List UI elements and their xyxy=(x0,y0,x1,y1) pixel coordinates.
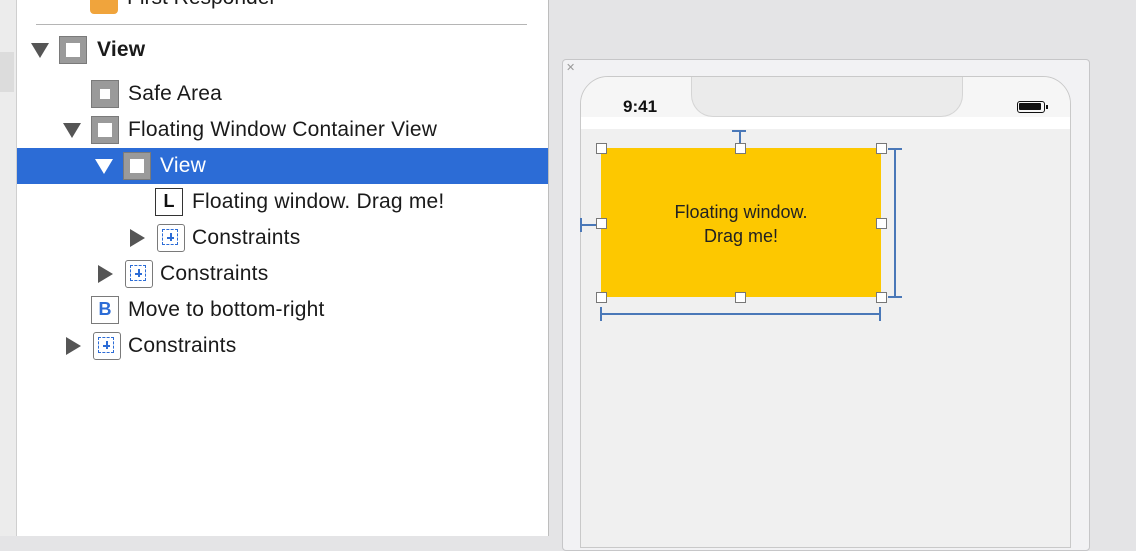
outline-divider xyxy=(36,24,527,25)
outline-item-floating-window-label[interactable]: L Floating window. Drag me! xyxy=(17,184,548,220)
constraint-width-cap-left xyxy=(600,307,602,321)
constraint-width[interactable] xyxy=(601,313,881,315)
floating-window-label[interactable]: Floating window. Drag me! xyxy=(601,200,881,248)
outline-item-label: View xyxy=(160,154,206,177)
resize-handle-left[interactable] xyxy=(596,218,607,229)
outline-item-constraints-root[interactable]: Constraints xyxy=(17,328,548,364)
resize-handle-right[interactable] xyxy=(876,218,887,229)
document-outline[interactable]: First Responder View Safe Area Floating … xyxy=(17,0,549,536)
outline-item-view-selected[interactable]: View xyxy=(17,148,548,184)
outline-item-constraints-container[interactable]: Constraints xyxy=(17,256,548,292)
device-canvas[interactable]: 9:41 xyxy=(580,76,1071,548)
outline-item-view[interactable]: View xyxy=(17,32,548,68)
status-time: 9:41 xyxy=(623,97,658,116)
battery-icon xyxy=(1017,101,1048,113)
constraints-icon xyxy=(157,224,185,252)
constraints-icon xyxy=(125,260,153,288)
outline-item-constraints-inner[interactable]: Constraints xyxy=(17,220,548,256)
resize-handle-top[interactable] xyxy=(735,143,746,154)
left-edge-bar xyxy=(0,0,17,536)
outline-item-label: Constraints xyxy=(128,334,237,357)
floating-window-label-line1: Floating window. xyxy=(674,202,808,222)
outline-item-move-to-bottom-right[interactable]: B Move to bottom-right xyxy=(17,292,548,328)
outline-item-label: Constraints xyxy=(160,262,269,285)
disclosure-open-icon[interactable] xyxy=(31,43,49,58)
outline-item-label: Floating Window Container View xyxy=(128,118,438,141)
left-edge-tab[interactable] xyxy=(0,52,14,92)
outline-item-label: Move to bottom-right xyxy=(128,298,325,321)
constraint-leading-cap xyxy=(580,218,582,232)
view-icon xyxy=(123,152,151,180)
disclosure-closed-icon[interactable] xyxy=(130,229,145,247)
disclosure-open-icon[interactable] xyxy=(63,123,81,138)
resize-handle-bottom[interactable] xyxy=(735,292,746,303)
outline-item-label: Safe Area xyxy=(128,82,223,105)
safe-area-icon xyxy=(91,80,119,108)
disclosure-open-icon[interactable] xyxy=(95,159,113,174)
outline-item-label: Constraints xyxy=(192,226,301,249)
resize-handle-bottom-right[interactable] xyxy=(876,292,887,303)
constraints-icon xyxy=(93,332,121,360)
button-icon: B xyxy=(91,296,119,324)
label-icon: L xyxy=(155,188,183,216)
first-responder-icon xyxy=(90,0,118,14)
disclosure-closed-icon[interactable] xyxy=(66,337,81,355)
floating-window-view[interactable]: Floating window. Drag me! xyxy=(601,148,881,297)
constraint-top-cap xyxy=(732,130,746,132)
outline-item-first-responder[interactable]: First Responder xyxy=(127,0,276,10)
outline-item-floating-window-container-view[interactable]: Floating Window Container View xyxy=(17,112,548,148)
disclosure-closed-icon[interactable] xyxy=(98,265,113,283)
constraint-leading[interactable] xyxy=(580,224,596,226)
view-icon xyxy=(59,36,87,64)
resize-handle-bottom-left[interactable] xyxy=(596,292,607,303)
constraint-height-cap-bottom xyxy=(888,296,902,298)
outline-item-label: Floating window. Drag me! xyxy=(192,190,445,213)
status-bar-bottom xyxy=(581,117,1070,129)
resize-handle-top-right[interactable] xyxy=(876,143,887,154)
floating-window-label-line2: Drag me! xyxy=(703,226,779,246)
device-notch xyxy=(691,77,963,117)
outline-item-safe-area[interactable]: Safe Area xyxy=(17,76,548,112)
constraint-height-cap-top xyxy=(888,148,902,150)
status-bar: 9:41 xyxy=(581,77,1070,129)
outline-item-label: View xyxy=(97,38,146,61)
resize-handle-top-left[interactable] xyxy=(596,143,607,154)
constraint-top[interactable] xyxy=(739,131,741,143)
view-icon xyxy=(91,116,119,144)
constraint-height[interactable] xyxy=(894,149,896,297)
constraint-width-cap-right xyxy=(879,307,881,321)
close-scene-icon[interactable]: ✕ xyxy=(566,61,575,74)
